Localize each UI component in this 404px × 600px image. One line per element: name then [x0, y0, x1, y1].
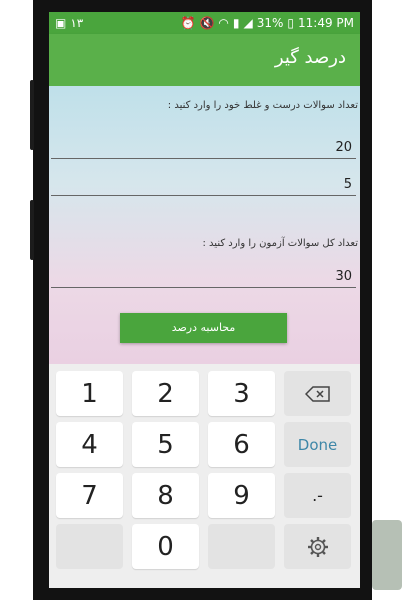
- key-9[interactable]: 9: [208, 473, 275, 518]
- numeric-keyboard: 1 2 3 4 5 6 Done 7 8 9 .- 0: [49, 364, 360, 588]
- key-2[interactable]: 2: [132, 371, 199, 416]
- app-title: درصد گیر: [274, 47, 346, 68]
- wifi-icon: ◠: [218, 16, 229, 30]
- battery-percent: 31%: [256, 16, 284, 30]
- form-area: تعداد سوالات درست و غلط خود را وارد کنید…: [49, 86, 360, 364]
- done-key[interactable]: Done: [284, 422, 351, 467]
- gallery-icon: ▣: [55, 16, 67, 30]
- blank-key: [56, 524, 123, 569]
- key-8[interactable]: 8: [132, 473, 199, 518]
- key-5[interactable]: 5: [132, 422, 199, 467]
- key-0[interactable]: 0: [132, 524, 199, 569]
- backspace-key[interactable]: [284, 371, 351, 416]
- key-3[interactable]: 3: [208, 371, 275, 416]
- phone-side-button: [30, 80, 34, 150]
- dot-minus-key[interactable]: .-: [284, 473, 351, 518]
- alarm-icon: ⏰: [180, 16, 196, 30]
- total-questions-input[interactable]: 30: [51, 266, 356, 288]
- key-4[interactable]: 4: [56, 422, 123, 467]
- status-bar: ▣ ۱۳ ⏰ 🔇 ◠ ▮ ◢ 31% ▯ 11:49 PM: [49, 12, 360, 34]
- calculate-percent-button[interactable]: محاسبه درصد: [120, 313, 287, 343]
- clock: 11:49 PM: [298, 16, 354, 30]
- blank-key-2: [208, 524, 275, 569]
- battery-icon: ▯: [287, 16, 294, 30]
- store-watermark-logo: [372, 520, 402, 590]
- sim-icon: ▮: [232, 16, 240, 30]
- app-bar: درصد گیر: [49, 34, 360, 86]
- mute-icon: 🔇: [199, 16, 215, 30]
- correct-wrong-label: تعداد سوالات درست و غلط خود را وارد کنید…: [167, 100, 358, 111]
- notification-count: ۱۳: [70, 16, 84, 30]
- key-1[interactable]: 1: [56, 371, 123, 416]
- wrong-answers-input[interactable]: 5: [51, 174, 356, 196]
- signal-icon: ◢: [243, 16, 253, 30]
- key-6[interactable]: 6: [208, 422, 275, 467]
- key-7[interactable]: 7: [56, 473, 123, 518]
- settings-key[interactable]: [284, 524, 351, 569]
- gear-icon: [307, 536, 328, 557]
- correct-answers-input[interactable]: 20: [51, 137, 356, 159]
- phone-side-button-2: [30, 200, 34, 260]
- backspace-icon: [304, 385, 330, 402]
- phone-screen: ▣ ۱۳ ⏰ 🔇 ◠ ▮ ◢ 31% ▯ 11:49 PM درصد گیر ت…: [49, 12, 360, 588]
- total-questions-label: تعداد کل سوالات آزمون را وارد کنید :: [202, 238, 359, 249]
